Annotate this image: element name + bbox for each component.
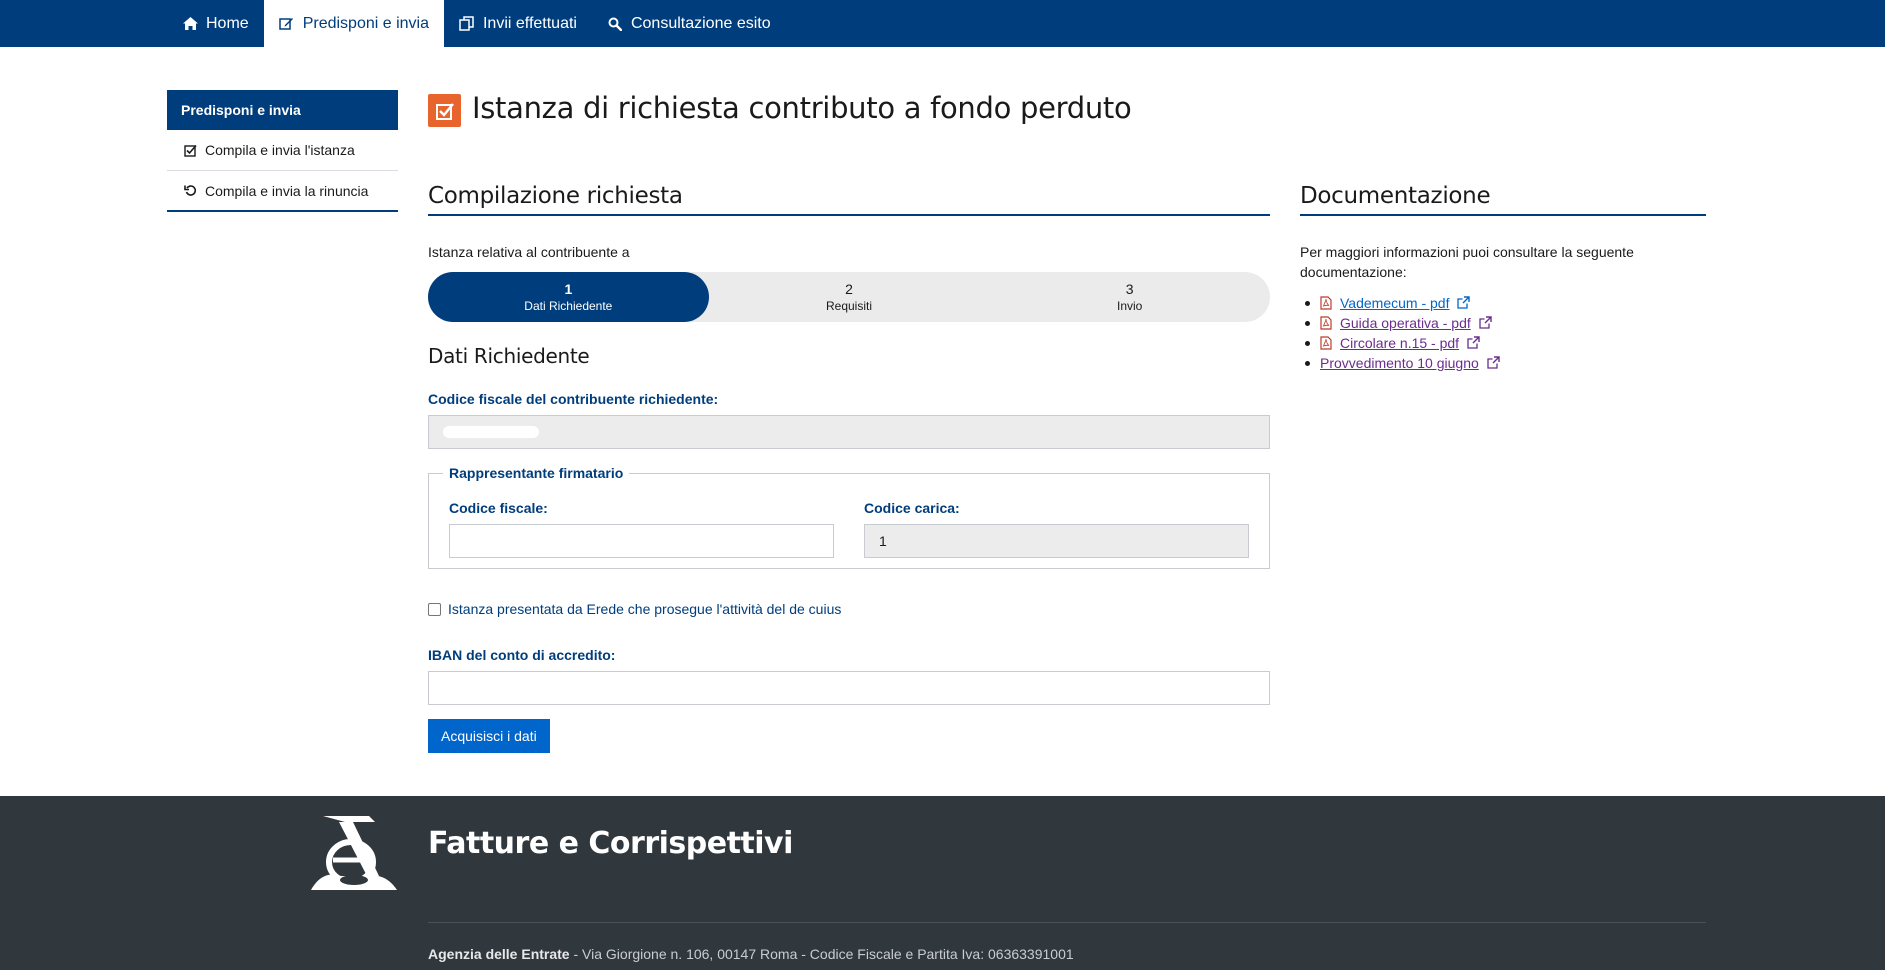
pdf-icon [1320, 296, 1332, 310]
main-form: Compilazione richiesta Istanza relativa … [428, 180, 1270, 753]
redacted-value [443, 426, 539, 438]
home-icon [182, 16, 198, 32]
rappresentante-legend: Rappresentante firmatario [443, 465, 630, 481]
bullet [1305, 360, 1310, 366]
external-link-icon [1487, 356, 1501, 370]
form-intro: Istanza relativa al contribuente a [428, 244, 630, 260]
erede-checkbox-label[interactable]: Istanza presentata da Erede che prosegue… [448, 601, 841, 617]
nav-consultazione[interactable]: Consultazione esito [592, 0, 786, 47]
erede-checkbox[interactable] [428, 602, 441, 616]
undo-icon [183, 184, 197, 198]
copy-icon [459, 16, 475, 32]
list-item: Guida operativa - pdf [1300, 313, 1706, 333]
nav-invii[interactable]: Invii effettuati [444, 0, 592, 47]
page-title: Istanza di richiesta contributo a fondo … [472, 91, 1132, 125]
nav-home-label: Home [206, 14, 249, 32]
list-item: Vademecum - pdf [1300, 293, 1706, 313]
sidebar-item-rinuncia[interactable]: Compila e invia la rinuncia [167, 171, 398, 212]
footer-divider [428, 922, 1706, 923]
list-item: Provvedimento 10 giugno [1300, 353, 1706, 373]
pdf-icon [1320, 316, 1332, 330]
docs-intro: Per maggiori informazioni puoi consultar… [1300, 244, 1634, 280]
sidebar-item-rinuncia-label: Compila e invia la rinuncia [205, 182, 369, 199]
doc-list: Vademecum - pdf Guida operativa - pdf Ci… [1300, 293, 1706, 373]
doc-link-guida[interactable]: Guida operativa - pdf [1340, 315, 1471, 331]
sidebar-item-istanza[interactable]: Compila e invia l'istanza [167, 130, 398, 171]
nav-predisponi[interactable]: Predisponi e invia [263, 0, 444, 47]
codice-carica-group: Codice carica: 1 [864, 500, 1249, 558]
cf-richiedente-field [428, 415, 1270, 449]
footer: Fatture e Corrispettivi Agenzia delle En… [0, 796, 1885, 970]
iban-input[interactable] [428, 671, 1270, 705]
section-title-documentazione: Documentazione [1300, 180, 1706, 216]
nav-invii-label: Invii effettuati [482, 14, 577, 32]
footer-brand: Fatture e Corrispettivi [428, 826, 793, 861]
codice-carica-field: 1 [864, 524, 1249, 558]
bullet [1305, 320, 1310, 326]
step-label: Dati Richiedente [524, 298, 613, 313]
step-label: Invio [1117, 298, 1143, 313]
codice-carica-label: Codice carica: [864, 500, 960, 516]
list-item: Circolare n.15 - pdf [1300, 333, 1706, 353]
erede-row: Istanza presentata da Erede che prosegue… [428, 601, 1270, 617]
edit-icon [279, 16, 295, 32]
external-link-icon [1457, 296, 1471, 310]
subsection-title: Dati Richiedente [428, 344, 590, 368]
sidebar-title: Predisponi e invia [167, 90, 398, 130]
sidebar-item-istanza-label: Compila e invia l'istanza [205, 142, 355, 158]
step-number: 2 [845, 280, 853, 297]
step-number: 1 [564, 280, 573, 297]
cf-rappresentante-label: Codice fiscale: [449, 500, 548, 516]
pdf-icon [1320, 336, 1332, 350]
section-title-compilazione: Compilazione richiesta [428, 180, 1270, 216]
cf-rappresentante-group: Codice fiscale: [449, 500, 834, 558]
documentation-panel: Documentazione Per maggiori informazioni… [1300, 180, 1706, 373]
step-label: Requisiti [825, 298, 873, 313]
doc-link-circolare[interactable]: Circolare n.15 - pdf [1340, 335, 1459, 351]
rappresentante-fieldset: Rappresentante firmatario Codice fiscale… [428, 465, 1270, 569]
nav-consultazione-label: Consultazione esito [630, 14, 771, 32]
cf-rappresentante-input[interactable] [449, 524, 834, 558]
page-title-icon [428, 94, 461, 127]
agenzia-entrate-logo [309, 814, 399, 892]
acquisisci-button[interactable]: Acquisisci i dati [428, 719, 550, 753]
step-2[interactable]: 2 Requisiti [709, 272, 990, 322]
step-1[interactable]: 1 Dati Richiedente [428, 272, 709, 322]
check-square-icon [183, 143, 197, 157]
external-link-icon [1479, 316, 1493, 330]
top-navbar: Home Predisponi e invia Invii effettuati… [0, 0, 1885, 47]
bullet [1305, 300, 1310, 306]
step-number: 3 [1125, 280, 1134, 297]
cf-richiedente-label: Codice fiscale del contribuente richiede… [428, 391, 719, 407]
footer-address-text: - Via Giorgione n. 106, 00147 Roma - Cod… [569, 946, 1074, 962]
nav-predisponi-label: Predisponi e invia [302, 14, 429, 32]
doc-link-vademecum[interactable]: Vademecum - pdf [1340, 295, 1449, 311]
search-icon [607, 16, 623, 32]
footer-org: Agenzia delle Entrate [428, 946, 570, 962]
iban-label: IBAN del conto di accredito: [428, 647, 616, 663]
doc-link-provvedimento[interactable]: Provvedimento 10 giugno [1320, 355, 1479, 371]
step-3[interactable]: 3 Invio [989, 272, 1270, 322]
footer-address: Agenzia delle Entrate - Via Giorgione n.… [428, 946, 1074, 962]
bullet [1305, 340, 1310, 346]
check-square-icon [435, 102, 454, 120]
nav-menu: Home Predisponi e invia Invii effettuati… [167, 0, 786, 47]
external-link-icon [1467, 336, 1481, 350]
stepper: 1 Dati Richiedente 2 Requisiti 3 Invio [428, 272, 1270, 322]
sidebar: Predisponi e invia Compila e invia l'ist… [167, 90, 398, 212]
nav-home[interactable]: Home [167, 0, 264, 47]
